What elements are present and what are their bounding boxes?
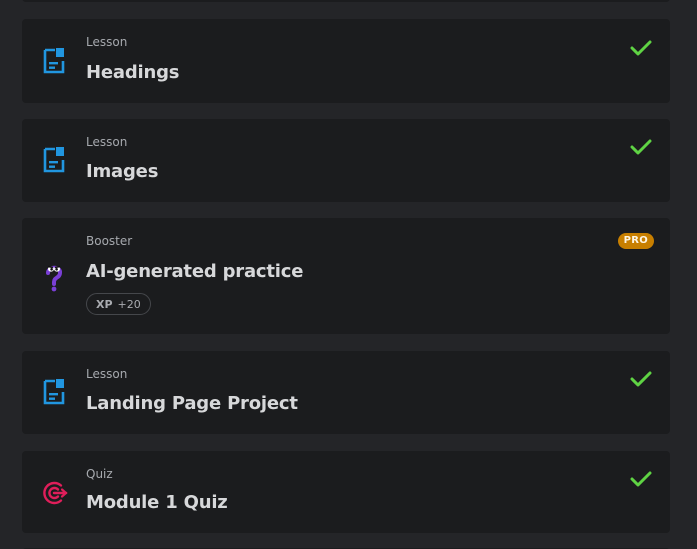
completed-check-icon bbox=[630, 138, 652, 156]
lesson-doc-icon bbox=[42, 146, 66, 174]
item-kind-label: Lesson bbox=[86, 367, 128, 381]
item-title: AI-generated practice bbox=[86, 261, 304, 282]
pro-badge: PRO bbox=[617, 233, 654, 249]
item-kind-label: Lesson bbox=[86, 135, 128, 149]
item-title: Landing Page Project bbox=[86, 393, 298, 414]
list-item-quiz-module-1[interactable]: Quiz Module 1 Quiz bbox=[22, 451, 670, 533]
list-item-lesson-images[interactable]: Lesson Images bbox=[22, 119, 670, 202]
xp-reward-pill: XP +20 bbox=[86, 293, 151, 315]
quiz-target-icon bbox=[42, 480, 68, 508]
lesson-doc-icon bbox=[42, 378, 66, 406]
list-item-partial[interactable] bbox=[22, 0, 670, 2]
xp-value: +20 bbox=[117, 297, 141, 311]
completed-check-icon bbox=[630, 470, 652, 488]
completed-check-icon bbox=[630, 370, 652, 388]
list-item-lesson-headings[interactable]: Lesson Headings bbox=[22, 19, 670, 103]
item-title: Module 1 Quiz bbox=[86, 492, 228, 513]
completed-check-icon bbox=[630, 39, 652, 57]
xp-label: XP bbox=[96, 297, 113, 311]
item-kind-label: Lesson bbox=[86, 35, 128, 49]
item-kind-label: Quiz bbox=[86, 467, 113, 481]
module-item-list: Lesson Headings Lesson Images Booster AI… bbox=[0, 0, 697, 549]
lesson-doc-icon bbox=[42, 47, 66, 75]
item-title: Images bbox=[86, 161, 159, 182]
booster-question-icon bbox=[42, 262, 66, 292]
item-kind-label: Booster bbox=[86, 234, 133, 248]
item-title: Headings bbox=[86, 62, 180, 83]
list-item-booster-ai-practice[interactable]: Booster AI-generated practice PRO XP +20 bbox=[22, 218, 670, 334]
list-item-lesson-landing-page-project[interactable]: Lesson Landing Page Project bbox=[22, 351, 670, 434]
